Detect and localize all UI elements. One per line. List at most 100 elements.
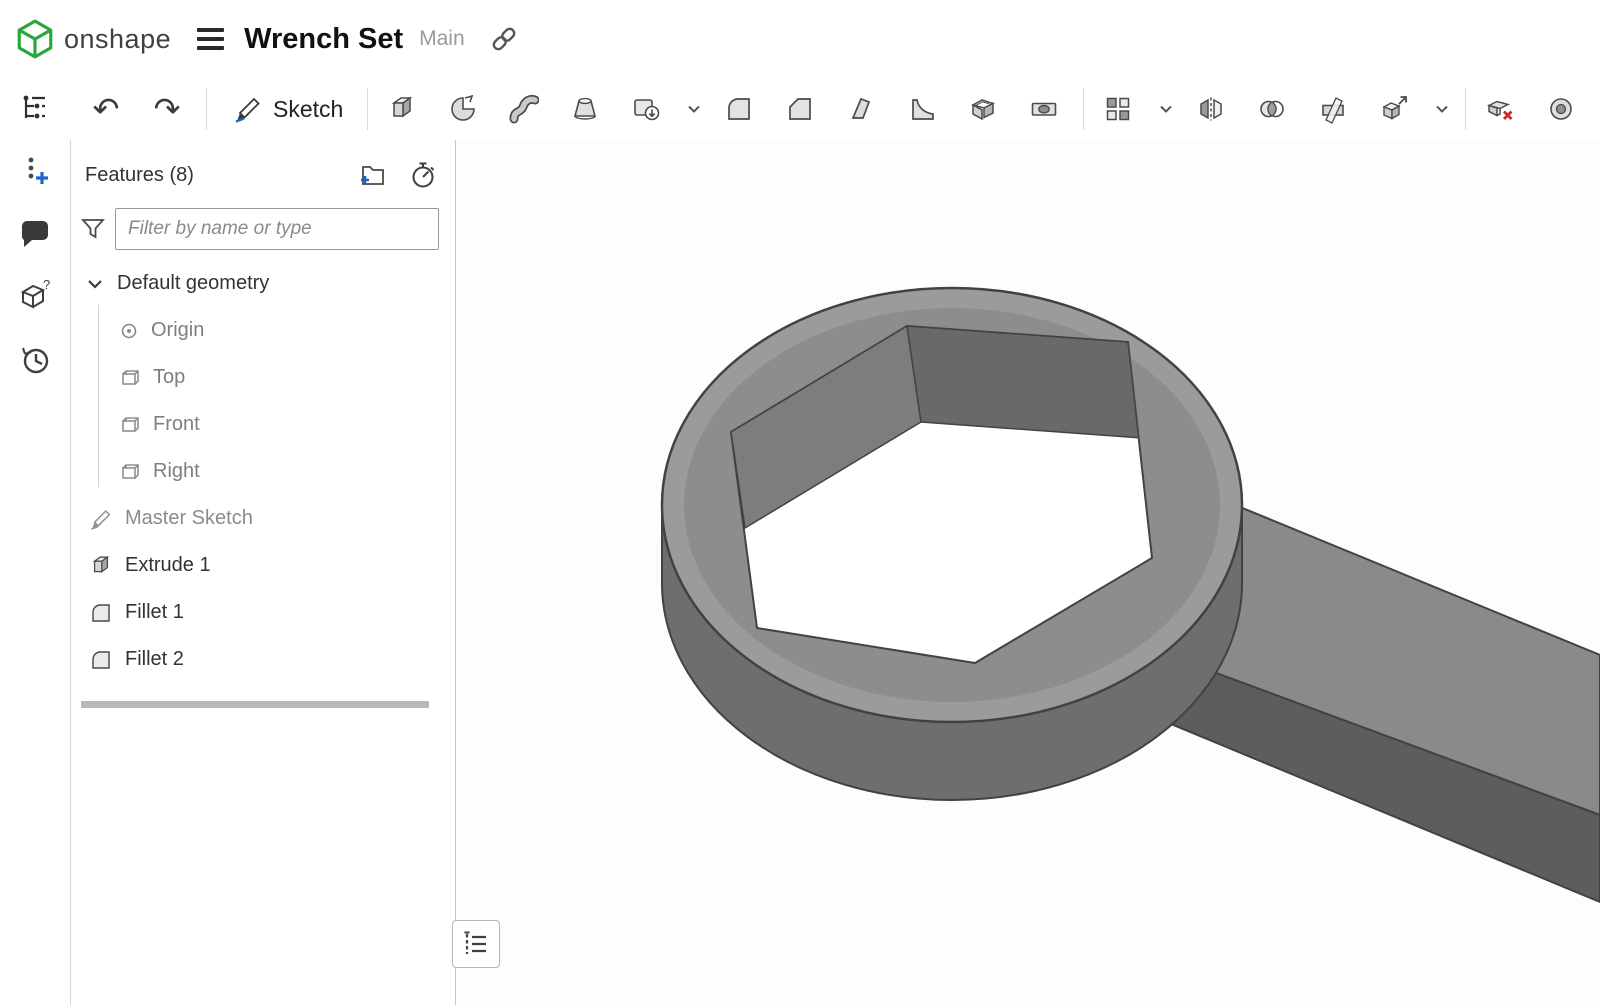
wrench-model[interactable] (662, 288, 1600, 902)
rollback-timer-icon (409, 160, 439, 190)
shell-icon (968, 94, 998, 124)
delete-part-button[interactable] (1476, 85, 1524, 133)
comments-rail-button[interactable] (7, 206, 63, 262)
transform-button[interactable] (1370, 85, 1418, 133)
extrude-icon (89, 554, 113, 578)
feature-list-toggle-button[interactable] (452, 920, 500, 968)
draft-icon (846, 94, 876, 124)
undo-button[interactable]: ↶ (82, 85, 130, 133)
share-link-icon[interactable] (489, 24, 519, 54)
revolve-button[interactable] (439, 85, 487, 133)
tree-item-front-plane[interactable]: Front (71, 401, 455, 448)
redo-button[interactable]: ↷ (143, 85, 191, 133)
toolbar-separator (367, 88, 368, 130)
toolbar-separator (1465, 88, 1466, 130)
tree-item-label: Origin (151, 319, 204, 342)
sketch-button[interactable]: Sketch (217, 85, 359, 133)
main-menu-icon[interactable] (197, 28, 224, 50)
onshape-app: onshape Wrench Set Main ↶ ↷ (0, 0, 1600, 1005)
hole-icon (1029, 94, 1059, 124)
filter-row (71, 196, 455, 260)
thicken-button[interactable] (622, 85, 670, 133)
sketch-pencil-icon (233, 94, 263, 124)
chevron-down-icon (85, 274, 105, 294)
revolve-icon (448, 94, 478, 124)
tree-item-master-sketch[interactable]: Master Sketch (71, 495, 455, 542)
chamfer-icon (785, 94, 815, 124)
workspace-name[interactable]: Main (419, 27, 465, 51)
svg-text:?: ? (43, 279, 50, 292)
mirror-button[interactable] (1187, 85, 1235, 133)
loft-icon (570, 94, 600, 124)
chevron-down-icon (687, 102, 701, 116)
transform-dropdown[interactable] (1431, 85, 1453, 133)
tree-item-label: Front (153, 413, 200, 436)
split-button[interactable] (1309, 85, 1357, 133)
new-folder-button[interactable] (357, 160, 387, 190)
tree-group-label: Default geometry (117, 272, 269, 295)
tree-item-fillet-2[interactable]: Fillet 2 (71, 636, 455, 683)
loft-button[interactable] (561, 85, 609, 133)
tree-item-top-plane[interactable]: Top (71, 354, 455, 401)
brand-name: onshape (64, 24, 171, 55)
tree-group-default-geometry[interactable]: Default geometry (71, 260, 455, 307)
shell-button[interactable] (959, 85, 1007, 133)
part-info-rail-button[interactable]: ? (7, 269, 63, 325)
features-panel-header: Features (8) (71, 140, 455, 196)
history-rail-button[interactable] (7, 332, 63, 388)
filter-input[interactable] (115, 208, 439, 250)
tree-item-label: Master Sketch (125, 507, 253, 530)
pattern-dropdown[interactable] (1155, 85, 1177, 133)
tree-item-label: Top (153, 366, 185, 389)
plane-icon (119, 461, 141, 483)
boolean-button[interactable] (1248, 85, 1296, 133)
linear-pattern-button[interactable] (1094, 85, 1142, 133)
undo-icon: ↶ (93, 93, 120, 125)
rib-button[interactable] (898, 85, 946, 133)
features-panel: Features (8) (70, 140, 456, 1005)
rollback-timer-button[interactable] (409, 160, 439, 190)
onshape-logo-icon[interactable] (14, 18, 56, 60)
comments-icon (17, 216, 53, 252)
sketch-pencil-icon (89, 507, 113, 531)
tree-item-origin[interactable]: Origin (71, 307, 455, 354)
redo-icon: ↷ (154, 93, 181, 125)
extrude-icon (387, 94, 417, 124)
tree-item-fillet-1[interactable]: Fillet 1 (71, 589, 455, 636)
top-bar: onshape Wrench Set Main (0, 0, 1600, 78)
rib-icon (907, 94, 937, 124)
chevron-down-icon (1159, 102, 1173, 116)
toolbar-separator (206, 88, 207, 130)
chevron-down-icon (1435, 102, 1449, 116)
feature-list-icon (17, 90, 53, 126)
tree-item-extrude-1[interactable]: Extrude 1 (71, 542, 455, 589)
tree-item-label: Fillet 2 (125, 648, 184, 671)
chamfer-button[interactable] (776, 85, 824, 133)
extrude-button[interactable] (378, 85, 426, 133)
feature-list-rail-button[interactable] (7, 80, 63, 136)
linear-pattern-icon (1103, 94, 1133, 124)
origin-icon (119, 321, 139, 341)
thicken-dropdown[interactable] (683, 85, 705, 133)
feature-toolbar: ↶ ↷ Sketch (70, 78, 1600, 140)
sweep-icon (509, 94, 539, 124)
variables-rail-button[interactable] (7, 143, 63, 199)
split-icon (1318, 94, 1348, 124)
draft-button[interactable] (837, 85, 885, 133)
left-rail: ? (0, 78, 70, 1005)
modify-fillet-button[interactable] (1537, 85, 1585, 133)
sketch-label: Sketch (273, 96, 343, 123)
tree-item-label: Right (153, 460, 200, 483)
hole-button[interactable] (1020, 85, 1068, 133)
tree-item-label: Extrude 1 (125, 554, 211, 577)
plane-icon (119, 367, 141, 389)
fillet-icon (89, 648, 113, 672)
document-title: Wrench Set (244, 23, 403, 56)
tree-item-right-plane[interactable]: Right (71, 448, 455, 495)
rollback-bar[interactable] (81, 701, 429, 708)
sweep-button[interactable] (500, 85, 548, 133)
new-folder-icon (357, 160, 387, 190)
default-geometry-children: Origin Top Front (71, 307, 455, 495)
fillet-button[interactable] (715, 85, 763, 133)
boolean-icon (1257, 94, 1287, 124)
